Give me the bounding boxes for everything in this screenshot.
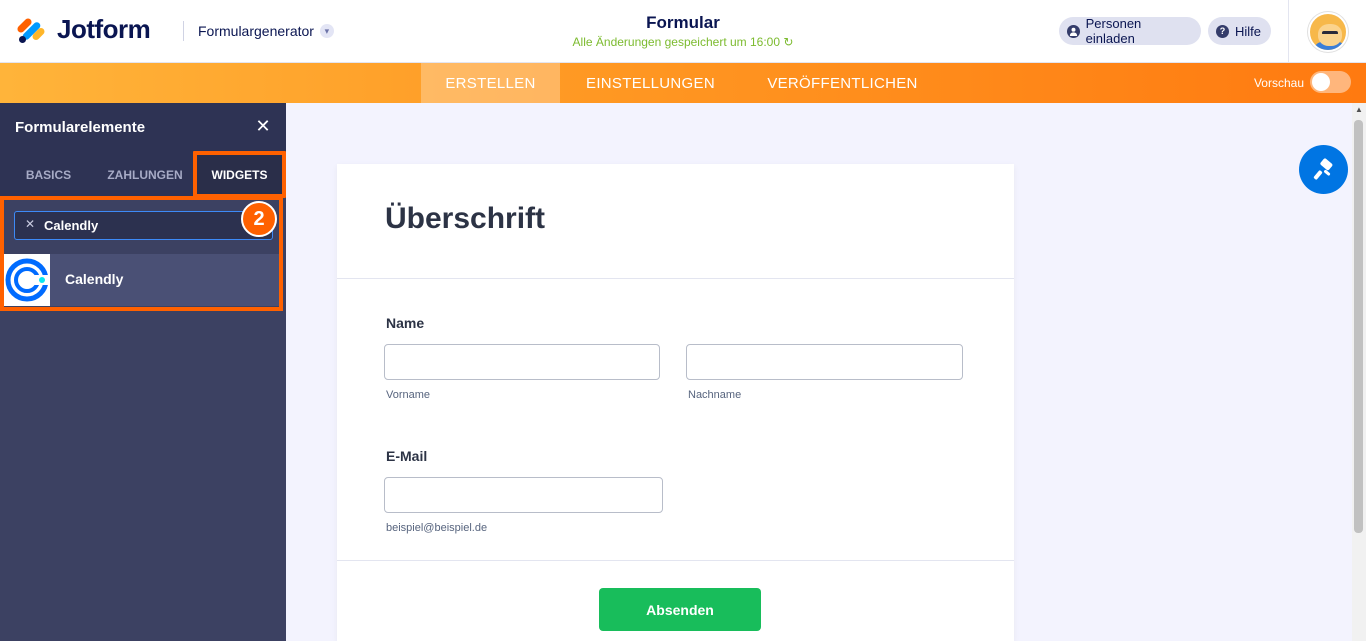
app-header: Jotform Formulargenerator ▾ Formular All…: [0, 0, 1366, 63]
tab-payments[interactable]: ZAHLUNGEN: [97, 151, 193, 198]
help-button[interactable]: ? Hilfe: [1208, 17, 1271, 45]
logo-text: Jotform: [57, 14, 151, 44]
submit-button[interactable]: Absenden: [599, 588, 761, 631]
help-label: Hilfe: [1234, 23, 1261, 39]
tab-settings[interactable]: EINSTELLUNGEN: [560, 63, 741, 103]
first-name-field[interactable]: [384, 344, 660, 380]
calendly-logo-icon: [4, 254, 50, 306]
widget-search-value: Calendly: [44, 218, 99, 233]
last-name-sublabel: Nachname: [688, 389, 742, 401]
last-name-field[interactable]: [686, 344, 963, 380]
invite-label: Personen einladen: [1085, 16, 1142, 46]
scroll-up-icon[interactable]: ▲: [1352, 105, 1366, 117]
header-divider: [183, 21, 184, 41]
question-circle-icon: ?: [1216, 24, 1229, 38]
form-designer-button[interactable]: [1299, 145, 1348, 194]
first-name-sublabel: Vorname: [386, 389, 431, 401]
refresh-icon: ↻: [783, 35, 794, 49]
clear-icon[interactable]: ✕: [25, 217, 35, 231]
header-divider-right: [1288, 0, 1289, 63]
widget-result-label: Calendly: [65, 271, 124, 287]
divider: [337, 560, 1014, 561]
divider: [337, 278, 1014, 279]
jotform-logo-icon: [16, 15, 46, 45]
scrollbar-thumb[interactable]: [1354, 120, 1363, 533]
name-label: Name: [386, 315, 425, 331]
save-status-text: Alle Änderungen gespeichert um 16:00: [572, 35, 781, 49]
avatar[interactable]: [1308, 12, 1348, 52]
tab-widgets[interactable]: WIDGETS: [193, 151, 286, 198]
paint-roller-icon: [1313, 158, 1332, 180]
invite-people-button[interactable]: Personen einladen: [1059, 16, 1201, 46]
generator-label: Formulargenerator: [198, 23, 314, 39]
panel-tabs: BASICS ZAHLUNGEN WIDGETS: [0, 151, 286, 198]
chevron-down-icon: ▾: [319, 24, 334, 38]
step-badge: 2: [241, 201, 277, 237]
form-heading[interactable]: Überschrift: [385, 202, 545, 236]
jotform-logo[interactable]: Jotform: [16, 14, 151, 45]
user-icon: [1067, 24, 1080, 38]
builder-nav: ERSTELLEN EINSTELLUNGEN VERÖFFENTLICHEN …: [0, 63, 1366, 103]
panel-header: Formularelemente ✕: [0, 103, 286, 151]
panel-title: Formularelemente: [15, 119, 146, 136]
tab-basics[interactable]: BASICS: [0, 151, 97, 198]
form-elements-panel: Formularelemente ✕ BASICS ZAHLUNGEN WIDG…: [0, 103, 286, 641]
email-sublabel: beispiel@beispiel.de: [386, 522, 488, 534]
close-icon[interactable]: ✕: [254, 117, 272, 135]
toggle-knob: [1312, 73, 1330, 91]
generator-dropdown[interactable]: Formulargenerator ▾: [198, 23, 334, 39]
preview-label: Vorschau: [1253, 76, 1304, 90]
tab-publish[interactable]: VERÖFFENTLICHEN: [741, 63, 944, 103]
preview-toggle[interactable]: [1310, 71, 1351, 93]
tab-build[interactable]: ERSTELLEN: [421, 63, 560, 103]
email-label: E-Mail: [386, 448, 428, 464]
email-field[interactable]: [384, 477, 663, 513]
